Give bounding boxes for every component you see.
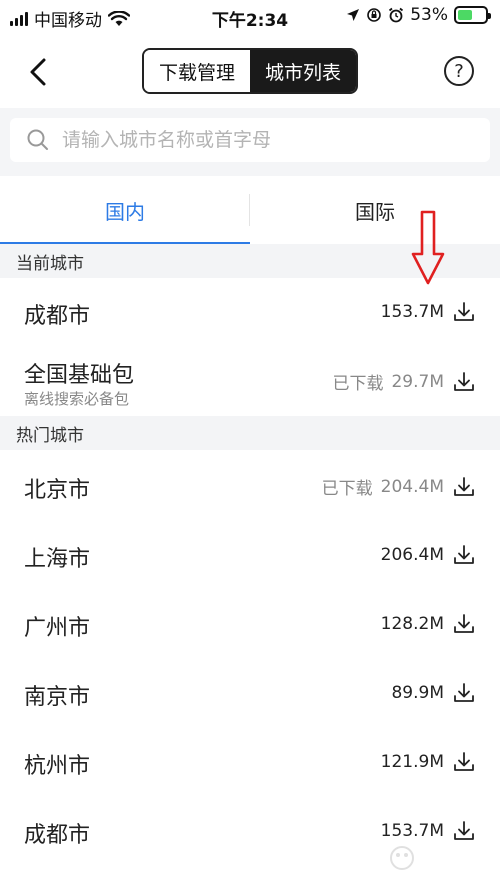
city-name: 杭州市	[24, 754, 91, 779]
segmented-control: 下载管理 城市列表	[142, 48, 358, 94]
city-row-right: 121.9M	[381, 750, 476, 774]
city-name: 成都市	[24, 304, 91, 329]
city-row[interactable]: 北京市 已下载 204.4M	[0, 450, 500, 519]
city-row[interactable]: 南京市 89.9M	[0, 657, 500, 726]
help-icon[interactable]: ?	[444, 56, 474, 86]
status-bar: 中国移动 下午2:34 53%	[0, 0, 500, 34]
search-box[interactable]	[10, 118, 490, 162]
city-name: 南京市	[24, 685, 91, 710]
download-status: 已下载	[321, 479, 373, 499]
city-size: 89.9M	[391, 683, 444, 703]
city-row[interactable]: 杭州市 121.9M	[0, 726, 500, 795]
battery-fill	[458, 10, 472, 20]
city-name: 上海市	[24, 547, 91, 572]
tab-divider	[249, 194, 250, 226]
city-name: 北京市	[24, 478, 91, 503]
location-icon	[347, 9, 360, 21]
watermark-logo-icon	[390, 846, 414, 870]
city-subtitle: 离线搜索必备包	[24, 390, 130, 408]
city-name: 全国基础包	[24, 363, 135, 388]
download-icon[interactable]	[452, 370, 476, 394]
nav-bar: 下载管理 城市列表 ?	[0, 40, 500, 104]
annotation-arrow-icon	[411, 210, 445, 285]
city-size: 128.2M	[380, 614, 444, 634]
battery-icon	[454, 6, 491, 24]
city-size: 153.7M	[380, 302, 444, 322]
city-row-right: 已下载 29.7M	[332, 369, 476, 394]
tab-international[interactable]: 国际	[250, 176, 500, 244]
section-header-hot: 热门城市	[0, 416, 500, 450]
city-row-right: 已下载 204.4M	[322, 474, 476, 499]
download-icon[interactable]	[452, 475, 476, 499]
download-icon[interactable]	[452, 300, 476, 324]
search-area	[0, 108, 500, 176]
download-icon[interactable]	[452, 543, 476, 567]
download-icon[interactable]	[452, 750, 476, 774]
download-status: 已下载	[332, 374, 384, 394]
segment-download-manager[interactable]: 下载管理	[144, 50, 250, 92]
city-row-right: 206.4M	[381, 543, 476, 567]
segment-city-list[interactable]: 城市列表	[250, 50, 356, 92]
city-row[interactable]: 上海市 206.4M	[0, 519, 500, 588]
download-icon[interactable]	[452, 681, 476, 705]
search-input[interactable]	[60, 128, 464, 152]
search-icon	[27, 129, 48, 150]
alarm-icon	[389, 7, 404, 23]
city-size: 121.9M	[380, 752, 444, 772]
city-size: 29.7M	[391, 371, 444, 392]
city-row[interactable]: 全国基础包 离线搜索必备包 已下载 29.7M	[0, 347, 500, 416]
back-chevron-icon[interactable]	[22, 54, 58, 90]
city-row[interactable]: 广州市 128.2M	[0, 588, 500, 657]
city-name: 广州市	[24, 616, 91, 641]
city-size: 206.4M	[380, 545, 444, 565]
city-size: 204.4M	[380, 476, 444, 497]
status-right: 53%	[346, 5, 491, 25]
tab-domestic[interactable]: 国内	[0, 176, 250, 244]
city-name: 成都市	[24, 823, 91, 848]
city-row[interactable]: 成都市 153.7M	[0, 278, 500, 347]
city-row-right: 153.7M	[381, 300, 476, 324]
battery-percent: 53%	[410, 5, 448, 25]
city-row-right: 128.2M	[381, 612, 476, 636]
download-icon[interactable]	[452, 612, 476, 636]
city-row-right: 89.9M	[391, 681, 476, 705]
rotation-lock-icon	[367, 8, 382, 22]
